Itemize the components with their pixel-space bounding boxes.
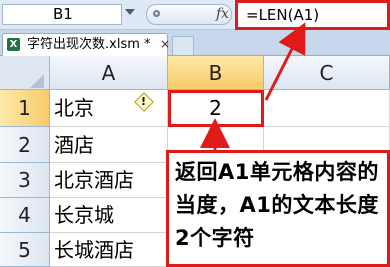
cell-c1[interactable]: [264, 90, 390, 127]
active-cell-highlight: [168, 90, 264, 127]
excel-file-icon: X: [7, 38, 20, 51]
new-tab-button[interactable]: [172, 36, 194, 55]
row-header-1[interactable]: 1: [0, 90, 50, 127]
column-header-a[interactable]: A: [50, 56, 168, 90]
column-header-c[interactable]: C: [264, 56, 390, 90]
insert-function-icon[interactable]: fx: [216, 4, 229, 25]
cell-a3[interactable]: 北京酒店: [50, 163, 168, 198]
name-box[interactable]: B1: [2, 4, 122, 25]
select-all-icon: [30, 74, 44, 88]
name-box-dropdown-icon[interactable]: [125, 9, 135, 15]
cell-a2[interactable]: 酒店: [50, 127, 168, 163]
cell-a1[interactable]: 北京: [50, 90, 168, 127]
annotation-callout: 返回A1单元格内容的当度，A1的文本长度2个字符: [166, 150, 390, 267]
formula-input[interactable]: =LEN(A1): [235, 0, 390, 30]
workbook-tab[interactable]: 字符出现次数.xlsm *: [2, 33, 168, 56]
cell-a5[interactable]: 长城酒店: [50, 233, 168, 267]
close-icon[interactable]: ×: [160, 35, 170, 53]
row-header-4[interactable]: 4: [0, 198, 50, 233]
column-header-b[interactable]: B: [168, 56, 264, 90]
row-header-5[interactable]: 5: [0, 233, 50, 267]
error-indicator-mark: !: [141, 95, 147, 108]
formula-bar-grip-icon[interactable]: [153, 10, 160, 17]
cell-a4[interactable]: 长京城: [50, 198, 168, 233]
row-header-2[interactable]: 2: [0, 127, 50, 163]
row-header-3[interactable]: 3: [0, 163, 50, 198]
